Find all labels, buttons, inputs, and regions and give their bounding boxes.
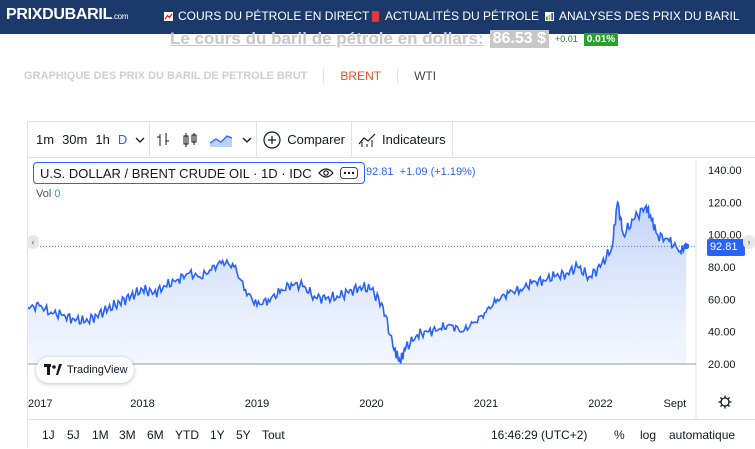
y-tick-label: 120.00 xyxy=(708,197,742,209)
x-tick-label: 2021 xyxy=(474,398,498,410)
tradingview-logo-icon xyxy=(44,364,62,375)
x-tick-label: 2017 xyxy=(28,398,52,410)
volume-label: Vol xyxy=(36,188,52,200)
x-tick-label: Sept xyxy=(664,398,687,410)
bar-chart-icon xyxy=(545,11,554,21)
logo-text: PRIXDUBARIL xyxy=(6,6,113,23)
x-tick-label: 2022 xyxy=(588,398,612,410)
volume-legend: Vol 0 xyxy=(36,188,60,200)
tradingview-label: TradingView xyxy=(67,364,128,376)
tab-divider xyxy=(323,69,325,83)
y-tick-label: 140.00 xyxy=(708,165,742,177)
settings-gear-icon[interactable] xyxy=(718,395,732,409)
x-tick-label: 2020 xyxy=(359,398,383,410)
range-5j[interactable]: 5J xyxy=(67,428,80,442)
nav-item-live-prices[interactable]: COURS DU PÉTROLE EN DIRECT xyxy=(164,9,369,23)
chart-icon xyxy=(164,11,173,21)
last-price-marker xyxy=(683,243,690,250)
logo-suffix: .com xyxy=(112,12,129,21)
range-6m[interactable]: 6M xyxy=(147,428,164,442)
tab-brent[interactable]: BRENT xyxy=(340,69,381,83)
price-area-fill xyxy=(28,202,687,365)
range-3m[interactable]: 3M xyxy=(119,428,136,442)
nav-item-label: ANALYSES DES PRIX DU BARIL xyxy=(559,9,740,23)
price-change-pct: 0.01% xyxy=(583,32,619,46)
nav-item-label: ACTUALITÉS DU PÉTROLE xyxy=(385,9,540,23)
range-bar: 1J 5J 1M 3M 6M YTD 1Y 5Y Tout 16:46:29 (… xyxy=(28,419,755,449)
percent-scale-toggle[interactable]: % xyxy=(614,428,625,442)
symbol-legend[interactable]: U.S. DOLLAR / BRENT CRUDE OIL · 1D · IDC xyxy=(33,162,365,184)
log-scale-toggle[interactable]: log xyxy=(640,428,656,442)
y-tick-label: 20.00 xyxy=(708,359,736,371)
tab-wti[interactable]: WTI xyxy=(414,69,436,83)
legend-values: 92.81 +1.09 (+1.19%) xyxy=(366,166,476,178)
range-tout[interactable]: Tout xyxy=(262,428,285,442)
tradingview-widget: 1m 30m 1h D Comparer Indicateurs 140.00 … xyxy=(27,121,755,448)
top-navbar: PRIXDUBARIL.com COURS DU PÉTROLE EN DIRE… xyxy=(0,0,755,34)
y-tick-label: 80.00 xyxy=(708,262,736,274)
x-tick-label: 2018 xyxy=(130,398,154,410)
x-tick-label: 2019 xyxy=(245,398,269,410)
more-options-icon[interactable] xyxy=(339,167,358,179)
price-header-title: Le cours du baril de pétrole en dollars: xyxy=(170,30,484,48)
news-icon xyxy=(371,10,380,22)
price-change: +0.01 xyxy=(555,34,578,44)
legend-change-pct: (+1.19%) xyxy=(430,166,476,178)
site-logo[interactable]: PRIXDUBARIL.com xyxy=(6,6,128,24)
volume-value: 0 xyxy=(54,188,61,200)
tradingview-badge[interactable]: TradingView xyxy=(36,357,134,383)
legend-change: +1.09 xyxy=(399,166,428,178)
range-ytd[interactable]: YTD xyxy=(175,428,199,442)
chart-tabs: GRAPHIQUE DES PRIX DU BARIL DE PETROLE B… xyxy=(24,69,436,83)
range-1j[interactable]: 1J xyxy=(42,428,55,442)
y-tick-label: 40.00 xyxy=(708,327,736,339)
range-5y[interactable]: 5Y xyxy=(236,428,251,442)
scroll-left-button[interactable]: ‹ xyxy=(27,235,39,249)
y-tick-label: 60.00 xyxy=(708,294,736,306)
range-1y[interactable]: 1Y xyxy=(210,428,225,442)
last-price-tag: 92.81 xyxy=(707,239,745,256)
nav-item-news[interactable]: ACTUALITÉS DU PÉTROLE xyxy=(371,9,539,23)
chart-section-title: GRAPHIQUE DES PRIX DU BARIL DE PETROLE B… xyxy=(24,70,308,82)
current-price: 86.53 $ xyxy=(489,30,550,48)
clock-time[interactable]: 16:46:29 (UTC+2) xyxy=(491,428,587,442)
range-1m[interactable]: 1M xyxy=(92,428,109,442)
eye-icon[interactable] xyxy=(317,167,334,179)
auto-scale-toggle[interactable]: automatique xyxy=(669,428,735,442)
symbol-name: U.S. DOLLAR / BRENT CRUDE OIL · 1D · IDC xyxy=(40,165,312,181)
tab-divider xyxy=(397,69,399,83)
legend-last-price: 92.81 xyxy=(366,166,394,178)
nav-item-analyses[interactable]: ANALYSES DES PRIX DU BARIL xyxy=(545,9,740,23)
price-header: Le cours du baril de pétrole en dollars:… xyxy=(170,30,619,48)
scroll-right-button[interactable]: › xyxy=(743,235,755,249)
nav-item-label: COURS DU PÉTROLE EN DIRECT xyxy=(178,9,370,23)
